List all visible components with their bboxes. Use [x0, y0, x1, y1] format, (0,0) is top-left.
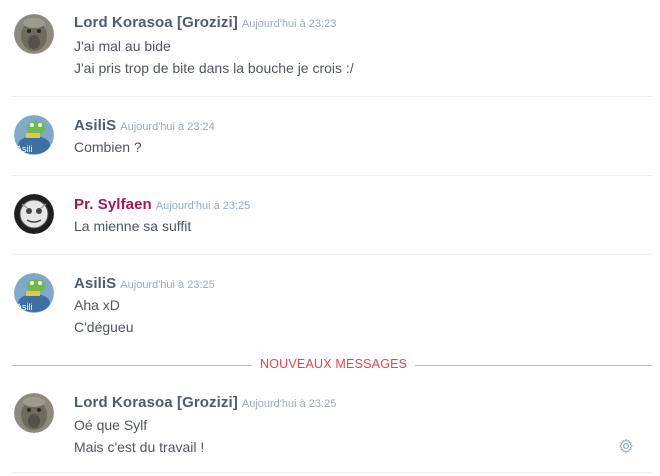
- message-header: AsiliS Aujourd'hui à 23:25: [74, 275, 215, 293]
- message-divider: [12, 472, 652, 473]
- username[interactable]: Pr. Sylfaen: [74, 196, 152, 213]
- sketch-avatar-image: [14, 194, 54, 234]
- avatar[interactable]: [14, 194, 54, 234]
- avatar-text: Asili: [16, 144, 33, 154]
- message-header: Pr. Sylfaen Aujourd'hui à 23:25: [74, 196, 250, 214]
- message-text: Oé que Sylf: [74, 417, 148, 433]
- message-text: J'ai mal au bide: [74, 38, 171, 54]
- timestamp: Aujourd'hui à 23:25: [155, 200, 251, 212]
- username[interactable]: AsiliS: [74, 117, 116, 134]
- message-header: Lord Korasoa [Grozizi] Aujourd'hui à 23:2…: [74, 394, 336, 412]
- avatar[interactable]: Asili: [14, 273, 54, 313]
- frog-avatar-image: Asili: [14, 273, 54, 313]
- timestamp: Aujourd'hui à 23:24: [120, 121, 215, 133]
- timestamp: Aujourd'hui à 23:25: [241, 398, 337, 410]
- message-text: Aha xD: [74, 297, 120, 313]
- new-messages-label: NOUVEAUX MESSAGES: [252, 357, 416, 371]
- message-header: AsiliS Aujourd'hui à 23:24: [74, 117, 215, 135]
- frog-avatar-image: Asili: [14, 115, 54, 155]
- message-divider: [12, 254, 652, 255]
- username[interactable]: Lord Korasoa [Grozizi]: [74, 394, 238, 411]
- message-text: Combien ?: [74, 139, 142, 155]
- baboon-avatar-image: [14, 14, 54, 54]
- message-text: La mienne sa suffit: [74, 218, 192, 234]
- message-text: C'dégueu: [74, 319, 134, 335]
- username[interactable]: Lord Korasoa [Grozizi]: [74, 14, 238, 31]
- message-divider: [12, 96, 652, 97]
- avatar[interactable]: [14, 14, 54, 54]
- message-divider: [12, 175, 652, 176]
- timestamp: Aujourd'hui à 23:23: [241, 18, 337, 30]
- message-text: J'ai pris trop de bite dans la bouche je…: [74, 60, 354, 76]
- message-text: Mais c'est du travail !: [74, 439, 205, 455]
- avatar[interactable]: Asili: [14, 115, 54, 155]
- chat-messages: Lord Korasoa [Grozizi] Aujourd'hui à 23:2…: [0, 0, 660, 476]
- username[interactable]: AsiliS: [74, 275, 116, 292]
- message-header: Lord Korasoa [Grozizi] Aujourd'hui à 23:2…: [74, 14, 336, 32]
- gear-icon[interactable]: [618, 438, 634, 454]
- avatar[interactable]: [14, 393, 54, 433]
- avatar-text: Asili: [16, 302, 33, 312]
- baboon-avatar-image: [14, 393, 54, 433]
- timestamp: Aujourd'hui à 23:25: [120, 279, 215, 291]
